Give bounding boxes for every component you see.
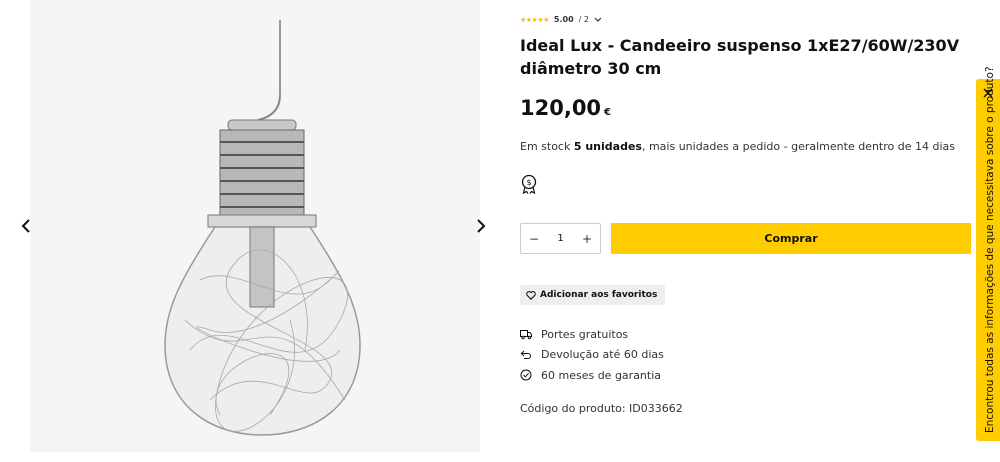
rating-stars: ★★★★★ xyxy=(520,15,549,24)
product-image xyxy=(164,20,361,436)
chevron-left-icon xyxy=(21,219,30,233)
add-to-favorites-button[interactable]: Adicionar aos favoritos xyxy=(520,285,666,305)
previous-image-button[interactable] xyxy=(12,209,42,243)
quantity-stepper: − 1 + xyxy=(520,223,601,254)
quantity-input[interactable]: 1 xyxy=(547,233,574,244)
perk-free-shipping: Portes gratuitos xyxy=(520,324,664,345)
decrease-quantity-button[interactable]: − xyxy=(521,232,547,246)
chevron-down-icon xyxy=(594,17,602,22)
rating-summary[interactable]: ★★★★★ 5.00 / 2 xyxy=(520,15,602,24)
perk-returns: Devolução até 60 dias xyxy=(520,345,664,366)
stock-quantity: 5 unidades xyxy=(573,140,642,153)
check-circle-icon xyxy=(520,369,532,381)
favorites-label: Adicionar aos favoritos xyxy=(540,290,658,300)
perk-label: 60 meses de garantia xyxy=(541,368,662,382)
perk-label: Portes gratuitos xyxy=(541,327,629,341)
perk-label: Devolução até 60 dias xyxy=(541,348,664,362)
stock-info: Em stock 5 unidades, mais unidades a ped… xyxy=(520,140,955,153)
chevron-right-icon xyxy=(477,219,486,233)
product-code: Código do produto: ID033662 xyxy=(520,402,683,415)
product-title: Ideal Lux - Candeeiro suspenso 1xE27/60W… xyxy=(520,36,960,78)
product-gallery xyxy=(21,0,486,452)
quality-badge-icon: $ xyxy=(521,174,537,194)
rating-score: 5.00 xyxy=(553,15,574,24)
return-icon xyxy=(520,350,531,359)
truck-icon xyxy=(520,330,532,340)
increase-quantity-button[interactable]: + xyxy=(574,232,600,246)
perk-warranty: 60 meses de garantia xyxy=(520,365,664,386)
svg-text:$: $ xyxy=(526,178,531,187)
price-value: 120,00 xyxy=(520,96,602,120)
stock-prefix: Em stock xyxy=(520,140,574,153)
stock-suffix: , mais unidades a pedido - geralmente de… xyxy=(641,140,955,153)
buy-button[interactable]: Comprar xyxy=(611,223,971,254)
perks-list: Portes gratuitos Devolução até 60 dias 6… xyxy=(520,324,664,386)
rating-count: / 2 xyxy=(578,15,589,24)
next-image-button[interactable] xyxy=(465,209,495,243)
product-price: 120,00 € xyxy=(520,96,611,120)
feedback-label: Encontrou todas as informações de que ne… xyxy=(984,66,996,433)
feedback-tab[interactable]: Encontrou todas as informações de que ne… xyxy=(976,66,1000,441)
price-currency: € xyxy=(604,107,612,118)
heart-icon xyxy=(526,290,536,300)
